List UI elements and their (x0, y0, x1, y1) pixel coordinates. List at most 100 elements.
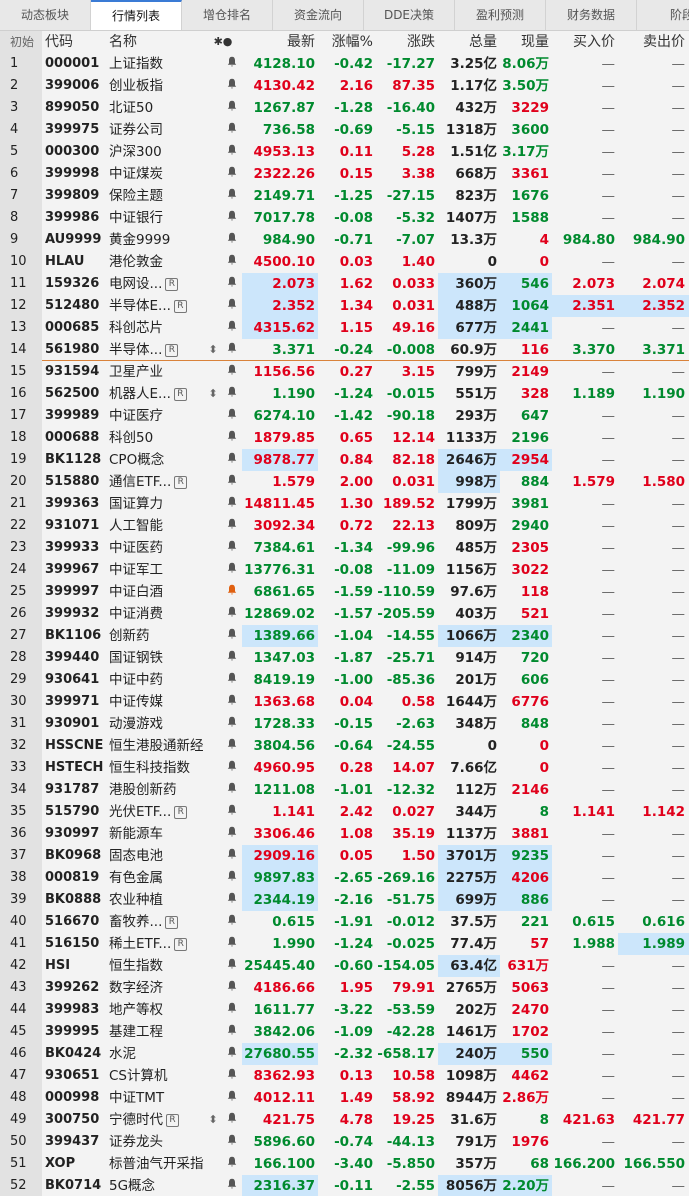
tab-0[interactable]: 动态板块 (0, 0, 91, 30)
bell-icon[interactable] (222, 427, 242, 449)
bell-icon[interactable] (222, 383, 242, 405)
bell-icon[interactable] (222, 955, 242, 977)
table-row[interactable]: 40 516670 畜牧养... R 0.615 -1.91 -0.012 37.5万 221 0… (0, 911, 689, 933)
bell-icon[interactable] (222, 999, 242, 1021)
bell-icon[interactable] (222, 647, 242, 669)
table-row[interactable]: 25 399997 中证白酒 6861.65 -1.59 -110.59 97.6万 118 —… (0, 581, 689, 603)
table-row[interactable]: 47 930651 CS计算机 8362.93 0.13 10.58 1098万 4462 — — (0, 1065, 689, 1087)
table-row[interactable]: 13 000685 科创芯片 4315.62 1.15 49.16 677万 2441 — — (0, 317, 689, 339)
table-row[interactable]: 22 931071 人工智能 3092.34 0.72 22.13 809万 2940 — — (0, 515, 689, 537)
bell-icon[interactable] (222, 163, 242, 185)
bell-icon[interactable] (222, 273, 242, 295)
bell-icon[interactable] (222, 229, 242, 251)
bell-icon[interactable] (222, 405, 242, 427)
column-header-change-percent[interactable]: 涨幅% (318, 31, 376, 53)
table-row[interactable]: 16 562500 机器人E... R ⬍ 1.190 -1.24 -0.015 551万 328… (0, 383, 689, 405)
tab-6[interactable]: 财务数据 (546, 0, 637, 30)
table-row[interactable]: 8 399986 中证银行 7017.78 -0.08 -5.32 1407万 1588 — — (0, 207, 689, 229)
table-row[interactable]: 32HSSCNE 恒生港股通新经... 3804.56 -0.64 -24.55 0 0 — — (0, 735, 689, 757)
bell-icon[interactable] (222, 339, 242, 361)
bell-icon[interactable] (222, 1131, 242, 1153)
bell-icon[interactable] (222, 801, 242, 823)
bell-icon[interactable] (222, 559, 242, 581)
tab-5[interactable]: 盈利预测 (455, 0, 546, 30)
bell-icon[interactable] (222, 53, 242, 75)
column-header-volume[interactable]: 总量 (438, 31, 500, 53)
column-header-current-volume[interactable]: 现量 (500, 31, 552, 53)
table-row[interactable]: 38 000819 有色金属 9897.83 -2.65 -269.16 2275万 4206… (0, 867, 689, 889)
bell-icon[interactable] (222, 1065, 242, 1087)
table-row[interactable]: 18 000688 科创50 1879.85 0.65 12.14 1133万 2196 — — (0, 427, 689, 449)
table-row[interactable]: 46 BK0424 水泥 27680.55 -2.32 -658.17 240万 550 — — (0, 1043, 689, 1065)
column-header-mark[interactable]: ✱● (204, 31, 242, 53)
bell-icon[interactable] (222, 1021, 242, 1043)
bell-icon[interactable] (222, 977, 242, 999)
bell-icon[interactable] (222, 845, 242, 867)
bell-icon[interactable] (222, 713, 242, 735)
table-row[interactable]: 26 399932 中证消费 12869.02 -1.57 -205.59 403万 521 —… (0, 603, 689, 625)
tab-2[interactable]: 增仓排名 (182, 0, 273, 30)
table-row[interactable]: 5 000300 沪深300 4953.13 0.11 5.28 1.51亿 3.17万 — — (0, 141, 689, 163)
table-row[interactable]: 45 399995 基建工程 3842.06 -1.09 -42.28 1461万 1702 —… (0, 1021, 689, 1043)
column-header-last[interactable]: 最新 (242, 31, 318, 53)
bell-icon[interactable] (222, 1043, 242, 1065)
table-row[interactable]: 12 512480 半导体E... R 2.352 1.34 0.031 488万 1064 2.… (0, 295, 689, 317)
column-header-initial[interactable]: 初始 (0, 31, 42, 53)
table-row[interactable]: 19 BK1128 CPO概念 9878.77 0.84 82.18 2646万 2954 — — (0, 449, 689, 471)
tab-4[interactable]: DDE决策 (364, 0, 455, 30)
table-row[interactable]: 35 515790 光伏ETF... R 1.141 2.42 0.027 344万 8 1.14… (0, 801, 689, 823)
bell-icon[interactable] (222, 361, 242, 383)
table-row[interactable]: 7 399809 保险主题 2149.71 -1.25 -27.15 823万 1676 — — (0, 185, 689, 207)
table-row[interactable]: 11 159326 电网设... R 2.073 1.62 0.033 360万 546 2.07… (0, 273, 689, 295)
bell-icon[interactable] (222, 889, 242, 911)
table-row[interactable]: 36 930997 新能源车 3306.46 1.08 35.19 1137万 3881 — — (0, 823, 689, 845)
table-row[interactable]: 27 BK1106 创新药 1389.66 -1.04 -14.55 1066万 2340 — — (0, 625, 689, 647)
bell-icon[interactable] (222, 779, 242, 801)
bell-icon[interactable] (222, 1153, 242, 1175)
bell-icon[interactable] (222, 867, 242, 889)
bell-icon[interactable] (222, 669, 242, 691)
table-row[interactable]: 6 399998 中证煤炭 2322.26 0.15 3.38 668万 3361 — — (0, 163, 689, 185)
tab-1[interactable]: 行情列表 (91, 0, 182, 30)
bell-icon[interactable] (222, 207, 242, 229)
bell-icon[interactable] (222, 1109, 242, 1131)
bell-icon[interactable] (222, 537, 242, 559)
tab-3[interactable]: 资金流向 (273, 0, 364, 30)
bell-icon[interactable] (222, 1175, 242, 1196)
table-row[interactable]: 21 399363 国证算力 14811.45 1.30 189.52 1799万 3981 —… (0, 493, 689, 515)
bell-icon[interactable] (222, 75, 242, 97)
bell-icon[interactable] (222, 471, 242, 493)
column-header-code[interactable]: 代码 (42, 31, 106, 53)
table-row[interactable]: 4 399975 证券公司 736.58 -0.69 -5.15 1318万 3600 — — (0, 119, 689, 141)
table-row[interactable]: 42 HSI 恒生指数 25445.40 -0.60 -154.05 63.4亿 631万 — — (0, 955, 689, 977)
column-header-name[interactable]: 名称 (106, 31, 204, 53)
bell-icon[interactable] (222, 493, 242, 515)
bell-icon[interactable] (222, 933, 242, 955)
bell-icon[interactable] (222, 911, 242, 933)
bell-icon[interactable] (222, 757, 242, 779)
bell-icon[interactable] (222, 1087, 242, 1109)
table-row[interactable]: 23 399933 中证医药 7384.61 -1.34 -99.96 485万 2305 — — (0, 537, 689, 559)
bell-icon[interactable] (222, 295, 242, 317)
bell-icon[interactable] (222, 625, 242, 647)
bell-icon[interactable] (222, 823, 242, 845)
table-row[interactable]: 15 931594 卫星产业 1156.56 0.27 3.15 799万 2149 — — (0, 361, 689, 383)
bell-icon[interactable] (222, 141, 242, 163)
table-row[interactable]: 28 399440 国证钢铁 1347.03 -1.87 -25.71 914万 720 — — (0, 647, 689, 669)
table-row[interactable]: 48 000998 中证TMT 4012.11 1.49 58.92 8944万 2.86万 —… (0, 1087, 689, 1109)
table-row[interactable]: 24 399967 中证军工 13776.31 -0.08 -11.09 1156万 3022… (0, 559, 689, 581)
table-row[interactable]: 51XOP标普油气开采指...166.100-3.40-5.850357万681… (0, 1153, 689, 1175)
bell-icon[interactable] (222, 119, 242, 141)
bell-icon[interactable] (222, 449, 242, 471)
table-row[interactable]: 43 399262 数字经济 4186.66 1.95 79.91 2765万 5063 — — (0, 977, 689, 999)
bell-icon[interactable] (222, 251, 242, 273)
bell-icon[interactable] (222, 185, 242, 207)
column-header-ask[interactable]: 卖出价 (618, 31, 689, 53)
table-row[interactable]: 39 BK0888 农业种植 2344.19 -2.16 -51.75 699万 886 — — (0, 889, 689, 911)
table-row[interactable]: 29 930641 中证中药 8419.19 -1.00 -85.36 201万 606 — — (0, 669, 689, 691)
table-row[interactable]: 33 HSTECH 恒生科技指数 4960.95 0.28 14.07 7.66亿 0 — — (0, 757, 689, 779)
bell-icon[interactable] (222, 735, 242, 757)
table-row[interactable]: 3 899050 北证50 1267.87 -1.28 -16.40 432万 3229 — — (0, 97, 689, 119)
tab-7[interactable]: 阶段 (637, 0, 689, 30)
table-row[interactable]: 20 515880 通信ETF... R 1.579 2.00 0.031 998万 884 1.… (0, 471, 689, 493)
